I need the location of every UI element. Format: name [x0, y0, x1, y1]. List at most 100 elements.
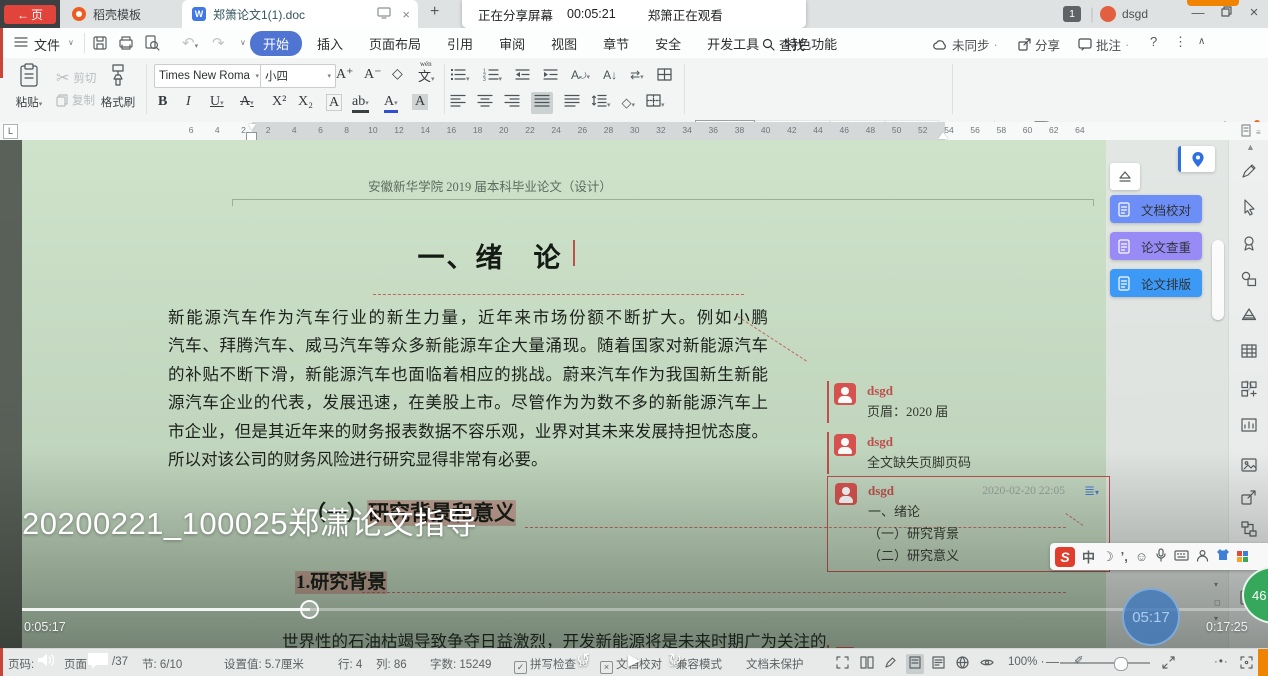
progress-bar-remaining[interactable] — [310, 608, 1246, 611]
chart-icon[interactable] — [1240, 416, 1258, 434]
line-spacing-icon[interactable]: ▾ — [591, 94, 611, 112]
fullscreen-view-icon[interactable] — [836, 656, 849, 672]
paragraph[interactable]: 新能源汽车作为汽车行业的新生力量，近年来市场份额不断扩大。例如小鹏汽车、拜腾汽车… — [168, 304, 768, 474]
word-count[interactable]: 字数: 15249 — [430, 656, 491, 672]
play-button[interactable]: ▶ — [628, 650, 640, 670]
ribbon-tab[interactable]: 章节 — [590, 31, 642, 56]
spell-check-toggle[interactable]: ✓拼写检查 — [514, 656, 576, 674]
tab-docer-templates[interactable]: 稻壳模板 — [62, 0, 151, 28]
paragraph-line[interactable]: 市企业，但是其近年来的财务报表数据不容乐观，业界对其未来发展持担忧态度。 — [168, 418, 768, 446]
ribbon-tab[interactable]: 开始 — [250, 31, 302, 56]
save-icon[interactable] — [92, 35, 108, 56]
underline-button[interactable]: U▾ — [210, 94, 224, 110]
numbering-icon[interactable]: 123▾ — [483, 68, 503, 86]
paragraph-line[interactable]: 新能源汽车作为汽车行业的新生力量，近年来市场份额不断扩大。例如小鹏 — [168, 304, 768, 332]
chinese-mode-icon[interactable]: 中 — [1082, 547, 1095, 566]
side-tool-button[interactable]: 论文排版 — [1110, 269, 1202, 297]
recording-timer-bubble[interactable]: 05:17 — [1122, 588, 1180, 646]
location-pin-panel[interactable] — [1178, 146, 1215, 172]
print-icon[interactable] — [118, 35, 134, 56]
ribbon-tab[interactable]: 审阅 — [486, 31, 538, 56]
input-method-bar[interactable]: S 中 ☽ ’, ☺ — [1050, 543, 1268, 570]
font-color-button[interactable]: A▾ — [384, 94, 398, 113]
increase-indent-icon[interactable] — [543, 68, 558, 86]
indent-marker-right[interactable] — [938, 132, 948, 139]
file-menu[interactable]: 文件 — [34, 35, 60, 54]
ruler-toggle-icon[interactable]: ≡ — [1256, 128, 1261, 137]
eye-protect-icon[interactable] — [980, 656, 994, 672]
ribbon-tab[interactable]: 安全 — [642, 31, 694, 56]
decrease-indent-icon[interactable] — [515, 68, 530, 86]
document-page[interactable]: 安徽新华学院 2019 届本科毕业论文（设计） 一、绪 论 新能源汽车作为汽车行… — [22, 140, 1106, 648]
sogou-toolbox-icon[interactable] — [1237, 551, 1248, 562]
side-tool-button[interactable]: 论文查重 — [1110, 232, 1202, 260]
align-left-icon[interactable] — [450, 94, 466, 112]
hamburger-icon[interactable] — [14, 35, 28, 53]
doc-title[interactable]: 一、绪 论 — [190, 236, 790, 275]
strikethrough-button[interactable]: A▾ — [240, 94, 254, 110]
share-button[interactable]: 分享 — [1018, 35, 1060, 54]
focus-mode-icon[interactable] — [1240, 656, 1253, 672]
username[interactable]: dsgd — [1122, 7, 1148, 21]
scrollbar-thumb[interactable] — [1212, 240, 1224, 320]
subtitle-bubble-icon[interactable] — [86, 652, 110, 675]
print-preview-icon[interactable] — [144, 35, 160, 56]
progress-bar-played[interactable] — [22, 608, 310, 611]
comment-button[interactable]: 批注· — [1078, 35, 1129, 54]
sogou-logo-icon[interactable]: S — [1055, 547, 1075, 567]
export-icon[interactable] — [1240, 488, 1258, 506]
ribbon-tab[interactable]: 开发工具 — [694, 31, 772, 56]
two-page-view-icon[interactable] — [860, 656, 874, 672]
close-window-button[interactable]: × — [1242, 2, 1266, 24]
quickbar-caret[interactable]: ∨ — [240, 38, 246, 47]
shapes-icon[interactable] — [1240, 270, 1258, 288]
more-icon[interactable]: ⋮ — [1174, 34, 1187, 50]
close-tab-icon[interactable]: × — [402, 7, 410, 22]
ribbon-tab[interactable]: 插入 — [304, 31, 356, 56]
new-tab-button[interactable]: + — [430, 3, 439, 21]
emoji-icon[interactable]: ☺ — [1135, 549, 1148, 564]
select-pointer-icon[interactable] — [1240, 198, 1258, 216]
side-tool-button[interactable]: 文档校对 — [1110, 195, 1202, 223]
skin-person-icon[interactable] — [1196, 549, 1209, 565]
apps-grid-icon[interactable] — [1240, 380, 1258, 398]
scroll-up-icon[interactable]: ▲ — [1246, 142, 1255, 152]
undo-icon[interactable]: ↶▾ — [182, 34, 198, 52]
tab-document[interactable]: W 郑箫论文1(1).doc × — [182, 0, 418, 28]
comment[interactable]: dsgd ≣▾ 页眉：2020 届 — [827, 377, 1108, 427]
browse-object-icon[interactable]: ◻ — [1214, 598, 1221, 607]
find-menu[interactable]: 查找 — [762, 35, 805, 54]
forward-30-button[interactable]: ↻30 — [668, 650, 691, 670]
bold-button[interactable]: B — [158, 94, 167, 110]
file-menu-caret[interactable]: ∨ — [68, 38, 74, 47]
grow-font-button[interactable]: A⁺ — [336, 66, 354, 83]
bullets-icon[interactable]: ▾ — [450, 68, 470, 86]
borders-icon[interactable]: ▾ — [646, 94, 665, 112]
font-name-select[interactable]: Times New Roma▾ — [154, 64, 264, 88]
align-center-icon[interactable] — [477, 94, 493, 112]
clear-format-icon[interactable]: ◇ — [392, 66, 403, 83]
sync-status[interactable]: 未同步· — [933, 35, 998, 54]
align-right-icon[interactable] — [504, 94, 520, 112]
fit-page-icon[interactable] — [1162, 656, 1175, 672]
zoom-out-button[interactable]: — — [1046, 654, 1059, 669]
user-avatar[interactable] — [1100, 6, 1116, 22]
notification-badge[interactable]: 1 — [1063, 6, 1081, 22]
paste-button[interactable]: 粘贴▾ — [12, 62, 46, 111]
zoom-level[interactable]: 100% · — [1008, 656, 1044, 668]
subscript-button[interactable]: X₂ — [298, 94, 313, 110]
justify-icon[interactable] — [531, 92, 553, 114]
skin-shirt-icon[interactable] — [1216, 548, 1230, 566]
italic-button[interactable]: I — [186, 94, 191, 110]
paragraph-line[interactable]: 所以对该公司的财务风险进行研究显得非常有必要。 — [168, 446, 768, 474]
zoom-slider-handle[interactable] — [1114, 657, 1128, 671]
collapse-tools-button[interactable] — [1110, 163, 1140, 190]
paragraph-line[interactable]: 源汽车企业的代表，发展迅速，在美股上市。尽管作为为数不多的新能源汽车上 — [168, 389, 768, 417]
rewind-10-button[interactable]: ↺10 — [576, 650, 599, 670]
seal-icon[interactable] — [1240, 234, 1258, 252]
tab-stop-selector[interactable]: L — [3, 124, 18, 139]
font-size-select[interactable]: 小四▾ — [260, 64, 336, 88]
insert-table-icon[interactable] — [657, 68, 672, 86]
comment[interactable]: dsgd ≣▾ 全文缺失页脚页码 — [827, 428, 1108, 478]
table-icon[interactable] — [1240, 342, 1258, 360]
